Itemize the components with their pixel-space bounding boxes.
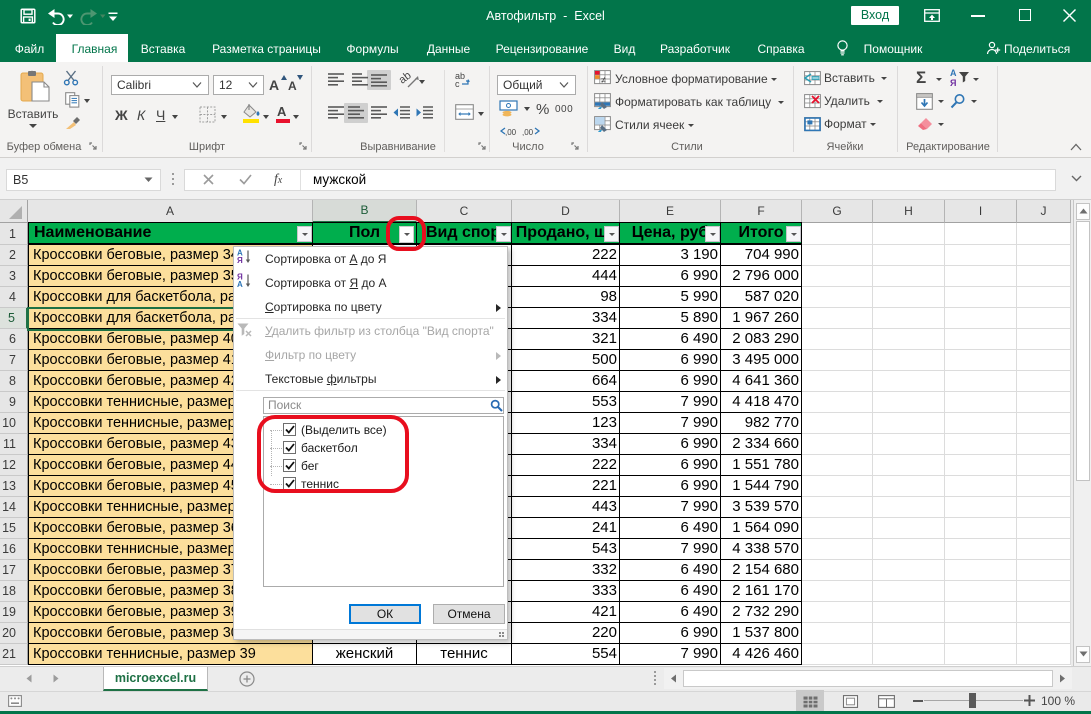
svg-text:А: А <box>237 280 243 288</box>
svg-text:Я: Я <box>237 256 243 264</box>
svg-text:,00: ,00 <box>505 128 517 137</box>
svg-text:,00: ,00 <box>522 128 534 137</box>
svg-text:≠: ≠ <box>601 75 606 85</box>
svg-text:c: c <box>455 79 460 89</box>
